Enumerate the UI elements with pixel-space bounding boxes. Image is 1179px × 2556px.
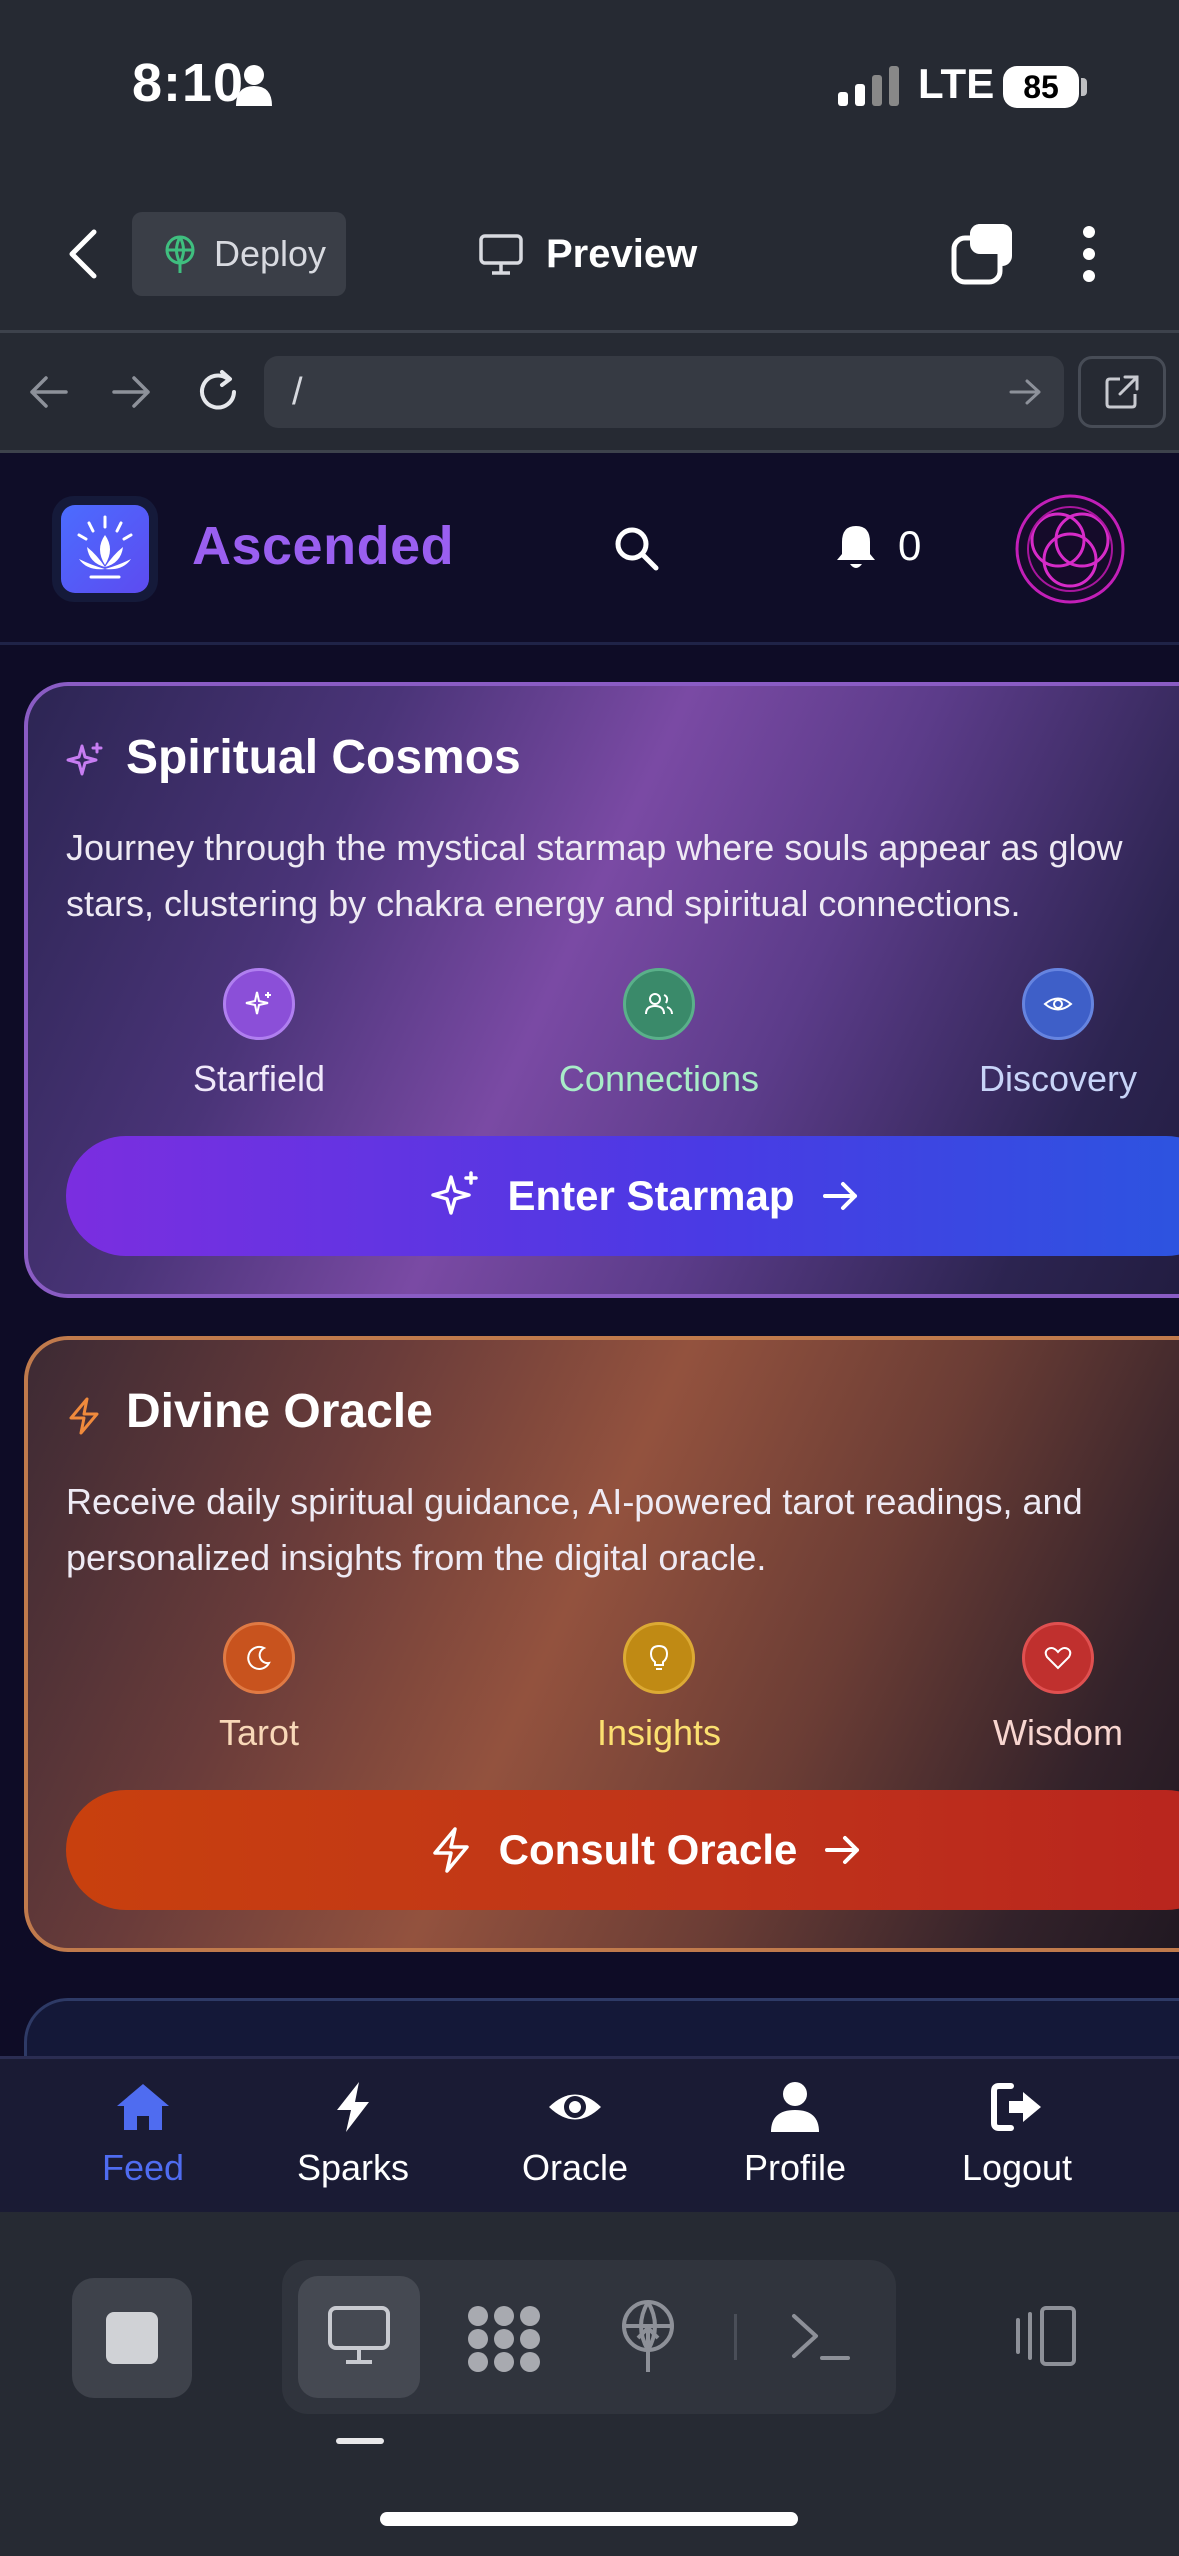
notification-count: 0 <box>898 522 922 569</box>
home-indicator <box>380 2512 798 2526</box>
sparkle-icon <box>245 991 271 1015</box>
card-description: Receive daily spiritual guidance, AI-pow… <box>66 1481 1083 1522</box>
nav-label: Logout <box>961 2147 1073 2188</box>
preview-label: Preview <box>546 231 698 276</box>
deploy-button[interactable]: Deploy <box>132 212 346 296</box>
moon-icon <box>247 1645 271 1670</box>
deploy-label: Deploy <box>214 233 327 274</box>
lotus-icon <box>77 515 133 579</box>
button-label: Consult Oracle <box>498 1826 798 1873</box>
feature-label: Connections <box>558 1058 760 1099</box>
bolt-icon <box>432 1827 469 1873</box>
stop-icon <box>106 2312 158 2364</box>
feature-starfield[interactable]: Starfield <box>139 968 379 1100</box>
home-icon <box>117 2084 169 2130</box>
signal-icon <box>838 66 899 106</box>
feature-badge <box>623 1622 695 1694</box>
feature-label: Discovery <box>978 1058 1138 1099</box>
nav-label: Feed <box>101 2147 185 2188</box>
divider <box>0 330 1179 333</box>
card-description: personalized insights from the digital o… <box>66 1537 767 1578</box>
tabs-icon[interactable] <box>950 222 1016 286</box>
separator <box>734 2314 737 2360</box>
back-icon[interactable] <box>64 226 104 282</box>
feature-badge <box>223 968 295 1040</box>
nav-feed[interactable]: Feed <box>58 2080 228 2189</box>
brand-name[interactable]: Ascended <box>192 515 454 577</box>
monitor-icon <box>479 234 523 275</box>
bolt-icon <box>337 2082 369 2132</box>
url-input[interactable]: / <box>264 356 1064 428</box>
nav-label: Oracle <box>521 2147 629 2188</box>
arrow-right-icon <box>825 1836 860 1864</box>
feature-discovery[interactable]: Discovery <box>938 968 1178 1100</box>
feature-tarot[interactable]: Tarot <box>139 1622 379 1754</box>
go-arrow-icon[interactable] <box>1008 376 1044 408</box>
feature-badge <box>623 968 695 1040</box>
feature-label: Tarot <box>218 1712 300 1753</box>
eye-icon <box>549 2094 601 2120</box>
search-icon[interactable] <box>612 524 660 572</box>
panel-toggle-icon[interactable] <box>1008 2304 1080 2368</box>
card-title: Divine Oracle <box>126 1385 433 1438</box>
feature-badge <box>223 1622 295 1694</box>
feature-label: Wisdom <box>992 1712 1123 1753</box>
deploy-icon <box>165 235 195 273</box>
preview-tab[interactable]: Preview <box>478 222 697 286</box>
lightbulb-icon <box>649 1644 669 1670</box>
nav-logout[interactable]: Logout <box>932 2080 1102 2189</box>
reload-icon[interactable] <box>194 368 242 416</box>
app-logo[interactable] <box>52 496 158 602</box>
deploy-icon[interactable] <box>616 2298 680 2374</box>
app-header <box>0 453 1179 645</box>
battery-nub <box>1081 78 1087 96</box>
eye-icon <box>1043 997 1073 1011</box>
nav-oracle[interactable]: Oracle <box>490 2080 660 2189</box>
feature-badge <box>1022 1622 1094 1694</box>
network-type: LTE <box>918 60 995 107</box>
nav-label: Profile <box>743 2147 847 2188</box>
sparkle-icon <box>66 742 103 776</box>
card-description: stars, clustering by chakra energy and s… <box>66 883 1021 924</box>
terminal-icon[interactable] <box>790 2310 850 2364</box>
nav-sparks[interactable]: Sparks <box>268 2080 438 2189</box>
feature-label: Insights <box>596 1712 722 1753</box>
button-label: Enter Starmap <box>507 1172 795 1219</box>
card-title: Spiritual Cosmos <box>126 731 521 784</box>
more-vertical-icon[interactable] <box>1074 222 1104 286</box>
feature-label: Starfield <box>192 1058 326 1099</box>
nav-label: Sparks <box>296 2147 410 2188</box>
external-link-icon <box>1105 375 1139 409</box>
bell-icon[interactable] <box>834 522 878 572</box>
nav-profile[interactable]: Profile <box>710 2080 880 2189</box>
logout-icon <box>991 2083 1041 2131</box>
feature-badge <box>1022 968 1094 1040</box>
battery-indicator: 85 <box>1003 66 1079 108</box>
consult-oracle-button[interactable]: Consult Oracle <box>66 1790 1179 1910</box>
feature-insights[interactable]: Insights <box>539 1622 779 1754</box>
bolt-icon <box>69 1397 99 1435</box>
heart-icon <box>1044 1647 1072 1670</box>
users-icon <box>645 993 673 1015</box>
user-icon <box>771 2082 819 2132</box>
monitor-icon <box>328 2306 390 2364</box>
status-time: 8:10 <box>132 53 245 113</box>
enter-starmap-button[interactable]: Enter Starmap <box>66 1136 1179 1256</box>
feature-connections[interactable]: Connections <box>539 968 779 1100</box>
workflow-icon[interactable] <box>466 2304 542 2374</box>
feature-wisdom[interactable]: Wisdom <box>938 1622 1178 1754</box>
arrow-right-icon <box>822 1182 857 1210</box>
nav-forward-icon[interactable] <box>110 372 154 412</box>
nav-back-icon[interactable] <box>26 372 70 412</box>
avatar[interactable] <box>1010 492 1130 606</box>
sparkle-icon <box>431 1171 479 1215</box>
card-description: Journey through the mystical starmap whe… <box>66 827 1123 868</box>
person-icon <box>236 65 272 106</box>
active-indicator <box>336 2438 384 2444</box>
